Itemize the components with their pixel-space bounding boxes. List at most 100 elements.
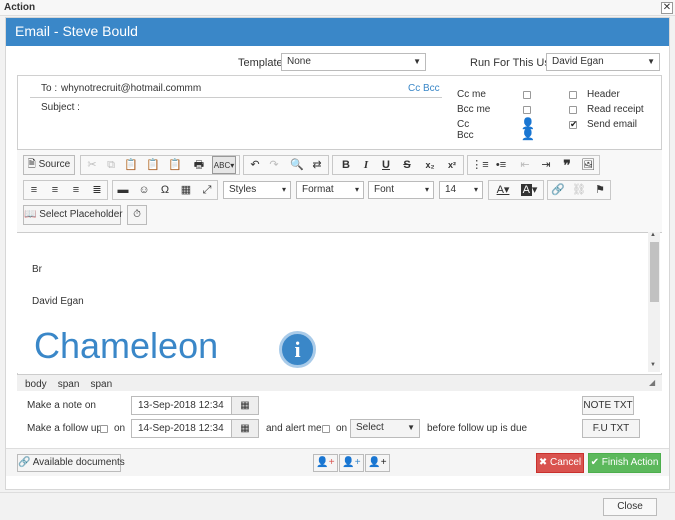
send-email-label: Send email <box>587 119 638 130</box>
user-icon[interactable]: 👤 <box>521 128 535 141</box>
note-date-input[interactable]: 13-Sep-2018 12:34 <box>131 396 232 415</box>
template-select-value: None <box>287 56 311 67</box>
add-user-red-button[interactable]: 👤+ <box>313 454 338 472</box>
add-user-icon: 👤+ <box>368 457 387 468</box>
close-button[interactable]: Close <box>603 498 657 516</box>
divider <box>30 97 442 98</box>
note-txt-button[interactable]: NOTE TXT <box>582 396 634 415</box>
strikethrough-icon[interactable]: S <box>398 156 416 174</box>
chevron-down-icon: ▾ <box>424 185 429 194</box>
scroll-thumb[interactable] <box>650 242 659 302</box>
redo-icon[interactable]: ↷ <box>265 156 283 174</box>
bold-icon[interactable]: B <box>337 156 355 174</box>
indent-icon[interactable]: ⇥ <box>537 156 555 174</box>
fu-txt-button[interactable]: F.U TXT <box>582 419 640 438</box>
bcc-me-checkbox[interactable] <box>523 106 531 114</box>
clock-button[interactable]: ⏱ <box>127 205 147 225</box>
alert-on-label: on <box>336 423 348 434</box>
styles-select[interactable]: Styles ▾ <box>223 181 291 199</box>
align-left-icon[interactable]: ≡ <box>25 181 43 199</box>
add-user-blue-button[interactable]: 👤+ <box>339 454 364 472</box>
available-documents-button[interactable]: 🔗 Available documents <box>17 454 125 472</box>
cc-me-label: Cc me <box>457 89 486 100</box>
align-center-icon[interactable]: ≡ <box>46 181 64 199</box>
find-icon[interactable]: 🔍 <box>288 156 306 174</box>
source-button[interactable]: 🗎 Source <box>23 155 75 175</box>
subscript-icon[interactable]: x₂ <box>421 156 439 174</box>
font-size-select[interactable]: 14 ▾ <box>439 181 483 199</box>
window-titlebar: Action ✕ <box>0 0 675 16</box>
finish-action-button[interactable]: ✔ Finish Action <box>588 453 661 473</box>
align-justify-icon[interactable]: ≣ <box>88 181 106 199</box>
special-char-icon[interactable]: Ω <box>156 181 174 199</box>
undo-icon[interactable]: ↶ <box>246 156 264 174</box>
chevron-down-icon: ▾ <box>281 185 286 194</box>
subject-field[interactable] <box>90 102 440 116</box>
anchor-flag-icon[interactable]: ⚑ <box>591 181 609 199</box>
bcc-me-label: Bcc me <box>457 104 491 115</box>
to-field[interactable]: whynotrecruit@hotmail.commm <box>61 83 201 94</box>
numbered-list-icon[interactable]: ⋮≡ <box>471 156 489 174</box>
cc-me-checkbox[interactable] <box>523 91 531 99</box>
send-email-checkbox[interactable] <box>569 119 578 130</box>
replace-icon[interactable]: ⇄ <box>308 156 326 174</box>
cancel-button[interactable]: ✖ Cancel <box>536 453 584 473</box>
path-body[interactable]: body <box>25 379 47 390</box>
followup-checkbox[interactable] <box>100 425 108 433</box>
alert-me-checkbox[interactable] <box>322 425 330 433</box>
copy-icon[interactable]: ⧉ <box>102 156 120 174</box>
header-checkbox[interactable] <box>569 91 577 99</box>
read-receipt-checkbox[interactable] <box>569 106 577 114</box>
table-icon[interactable]: ▦ <box>177 181 195 199</box>
italic-icon[interactable]: I <box>357 156 375 174</box>
bulleted-list-icon[interactable]: •≡ <box>492 156 510 174</box>
cc-label: Cc <box>457 119 470 130</box>
unlink-icon[interactable]: ⛓ <box>570 181 588 199</box>
chevron-down-icon: ▼ <box>407 423 415 432</box>
read-receipt-label: Read receipt <box>587 104 644 115</box>
image-icon[interactable]: 🖼 <box>579 156 597 174</box>
paste-text-icon[interactable]: 📋 <box>144 156 162 174</box>
cc-bcc-link[interactable]: Cc Bcc <box>408 83 440 94</box>
paste-word-icon[interactable]: 📋 <box>166 156 184 174</box>
chevron-down-icon: ▾ <box>354 185 359 194</box>
blockquote-icon[interactable]: ❞ <box>558 156 576 174</box>
followup-date-input[interactable]: 14-Sep-2018 12:34 <box>131 419 232 438</box>
maximize-icon[interactable]: ⤢ <box>198 181 216 199</box>
underline-icon[interactable]: U <box>377 156 395 174</box>
cut-icon[interactable]: ✂ <box>83 156 101 174</box>
editor-content[interactable]: Br David Egan Chameleon i <box>17 232 662 373</box>
run-for-user-value: David Egan <box>552 56 604 67</box>
horizontal-rule-icon[interactable]: ▬ <box>114 181 132 199</box>
alert-time-select[interactable]: Select ▼ <box>350 419 420 438</box>
path-span[interactable]: span <box>58 379 80 390</box>
outdent-icon[interactable]: ⇤ <box>516 156 534 174</box>
link-icon[interactable]: 🔗 <box>549 181 567 199</box>
calendar-icon[interactable]: ▦ <box>231 419 259 438</box>
align-right-icon[interactable]: ≡ <box>67 181 85 199</box>
text-color-icon[interactable]: A▾ <box>491 181 515 199</box>
element-path: body span span ◢ <box>17 374 662 391</box>
run-for-user-select[interactable]: David Egan ▼ <box>546 53 660 71</box>
superscript-icon[interactable]: x² <box>443 156 461 174</box>
bg-color-icon[interactable]: A ▾ <box>517 181 541 199</box>
editor-line-name: David Egan <box>32 296 84 307</box>
scroll-down-icon[interactable]: ▼ <box>650 362 656 368</box>
smiley-icon[interactable]: ☺ <box>135 181 153 199</box>
path-span[interactable]: span <box>91 379 113 390</box>
spellcheck-icon[interactable]: ABC▾ <box>212 156 236 174</box>
format-select[interactable]: Format ▾ <box>296 181 364 199</box>
paperclip-icon: 🔗 <box>18 457 31 468</box>
scroll-up-icon[interactable]: ▲ <box>650 232 656 238</box>
editor-scrollbar[interactable]: ▲ ▼ <box>648 232 660 372</box>
template-select[interactable]: None ▼ <box>281 53 426 71</box>
select-placeholder-button[interactable]: 📖 Select Placeholder <box>23 205 123 225</box>
add-user-black-button[interactable]: 👤+ <box>365 454 390 472</box>
window-close-icon[interactable]: ✕ <box>661 2 673 14</box>
chevron-down-icon: ▼ <box>647 57 655 66</box>
resize-handle-icon[interactable]: ◢ <box>649 378 655 387</box>
font-select[interactable]: Font ▾ <box>368 181 434 199</box>
print-icon[interactable]: 🖶 <box>190 156 208 174</box>
calendar-icon[interactable]: ▦ <box>231 396 259 415</box>
paste-icon[interactable]: 📋 <box>122 156 140 174</box>
